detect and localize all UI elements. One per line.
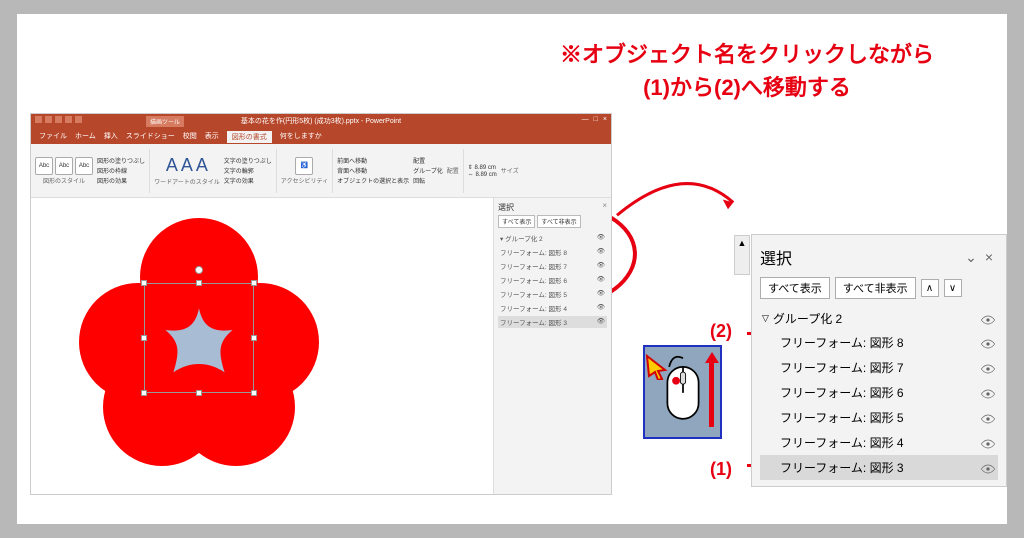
window-controls[interactable]: — □ ×: [582, 116, 607, 123]
tab-home[interactable]: ホーム: [75, 131, 96, 143]
list-item[interactable]: フリーフォーム: 図形 7👁: [498, 260, 607, 272]
marker-1: (1): [710, 456, 732, 483]
tab-review[interactable]: 校閲: [183, 131, 197, 143]
titlebar: 描画ツール 基本の花を作(円形5枚) (成功3枚).pptx - PowerPo…: [31, 114, 611, 144]
hide-all-button[interactable]: すべて非表示: [537, 215, 580, 228]
close-icon[interactable]: ×: [980, 249, 998, 265]
list-item[interactable]: フリーフォーム: 図形 3: [760, 455, 998, 480]
marker-2: (2): [710, 318, 732, 345]
contextual-tab: 描画ツール: [146, 116, 184, 127]
list-item[interactable]: フリーフォーム: 図形 3👁: [498, 316, 607, 328]
quick-access-toolbar[interactable]: [35, 116, 82, 123]
selection-handles[interactable]: [144, 283, 254, 393]
move-down-button[interactable]: ∨: [944, 279, 962, 297]
selection-pane-large: ▲ 選択 ⌄ × すべて表示 すべて非表示 ∧ ∨ ▽ グループ化 2 フリーフ…: [751, 234, 1007, 487]
accessibility-group[interactable]: ♿ アクセシビリティ: [281, 157, 328, 185]
show-all-button[interactable]: すべて表示: [498, 215, 535, 228]
red-up-arrow: [709, 362, 714, 427]
tab-shape-format[interactable]: 図形の書式: [227, 131, 272, 143]
arrange-buttons[interactable]: 前面へ移動 背面へ移動 オブジェクトの選択と表示: [337, 156, 409, 185]
scroll-up-button[interactable]: ▲: [734, 235, 750, 275]
list-item[interactable]: フリーフォーム: 図形 5👁: [498, 288, 607, 300]
tab-view[interactable]: 表示: [205, 131, 219, 143]
list-item[interactable]: フリーフォーム: 図形 4👁: [498, 302, 607, 314]
text-fill-buttons[interactable]: 文字の塗りつぶし 文字の輪郭 文字の効果: [224, 156, 272, 185]
maximize-icon[interactable]: □: [594, 116, 598, 123]
minimize-icon[interactable]: —: [582, 116, 589, 123]
show-all-button[interactable]: すべて表示: [760, 277, 830, 299]
pane-title: 選択: [498, 202, 607, 213]
tab-insert[interactable]: 挿入: [104, 131, 118, 143]
list-item[interactable]: フリーフォーム: 図形 7: [760, 355, 998, 380]
powerpoint-window: 描画ツール 基本の花を作(円形5枚) (成功3枚).pptx - PowerPo…: [31, 114, 611, 494]
visibility-icon[interactable]: [980, 388, 996, 398]
list-item[interactable]: フリーフォーム: 図形 5: [760, 405, 998, 430]
instruction-text: ※オブジェクト名をクリックしながら (1)から(2)へ移動する: [487, 38, 1007, 104]
slide-canvas[interactable]: [31, 198, 493, 494]
visibility-icon[interactable]: [980, 413, 996, 423]
wordart-group[interactable]: AAA ワードアートのスタイル: [154, 155, 220, 186]
close-icon[interactable]: ×: [603, 116, 607, 123]
shape-fill-buttons[interactable]: 図形の塗りつぶし 図形の枠線 図形の効果: [97, 156, 145, 185]
group-item[interactable]: ▽ グループ化 2: [760, 307, 998, 330]
tab-slideshow[interactable]: スライドショー: [126, 131, 175, 143]
visibility-icon[interactable]: [980, 363, 996, 373]
close-icon[interactable]: ×: [602, 201, 607, 210]
ribbon-tabs[interactable]: ファイル ホーム 挿入 スライドショー 校閲 表示 図形の書式 何をしますか: [39, 131, 322, 143]
group-item[interactable]: ▾ グループ化 2👁: [498, 232, 607, 244]
visibility-icon[interactable]: [980, 438, 996, 448]
tab-file[interactable]: ファイル: [39, 131, 67, 143]
caret-down-icon: ▽: [762, 313, 769, 324]
chevron-down-icon[interactable]: ⌄: [962, 249, 980, 266]
visibility-icon[interactable]: [980, 314, 996, 324]
rotate-handle[interactable]: [195, 266, 203, 274]
window-title: 基本の花を作(円形5枚) (成功3枚).pptx - PowerPoint: [241, 116, 401, 126]
visibility-icon[interactable]: [980, 463, 996, 473]
selection-pane-small[interactable]: × 選択 すべて表示 すべて非表示 ▾ グループ化 2👁 フリーフォーム: 図形…: [493, 198, 611, 494]
shape-styles-group[interactable]: AbcAbcAbc 図形のスタイル: [35, 157, 93, 185]
list-item[interactable]: フリーフォーム: 図形 6: [760, 380, 998, 405]
yellow-arrow-icon: [645, 354, 671, 385]
list-item[interactable]: フリーフォーム: 図形 4: [760, 430, 998, 455]
list-item[interactable]: フリーフォーム: 図形 6👁: [498, 274, 607, 286]
ribbon: AbcAbcAbc 図形のスタイル 図形の塗りつぶし 図形の枠線 図形の効果 A…: [31, 144, 611, 198]
align-buttons[interactable]: 配置 グループ化 回転: [413, 156, 443, 185]
hide-all-button[interactable]: すべて非表示: [835, 277, 916, 299]
tab-tell-me[interactable]: 何をしますか: [280, 131, 322, 143]
size-inputs[interactable]: ⇕ 8.89 cm ⇔ 8.89 cm: [468, 164, 497, 178]
list-item[interactable]: フリーフォーム: 図形 8: [760, 330, 998, 355]
visibility-icon[interactable]: [980, 338, 996, 348]
move-up-button[interactable]: ∧: [921, 279, 939, 297]
list-item[interactable]: フリーフォーム: 図形 8👁: [498, 246, 607, 258]
pane-title: 選択: [760, 245, 962, 269]
